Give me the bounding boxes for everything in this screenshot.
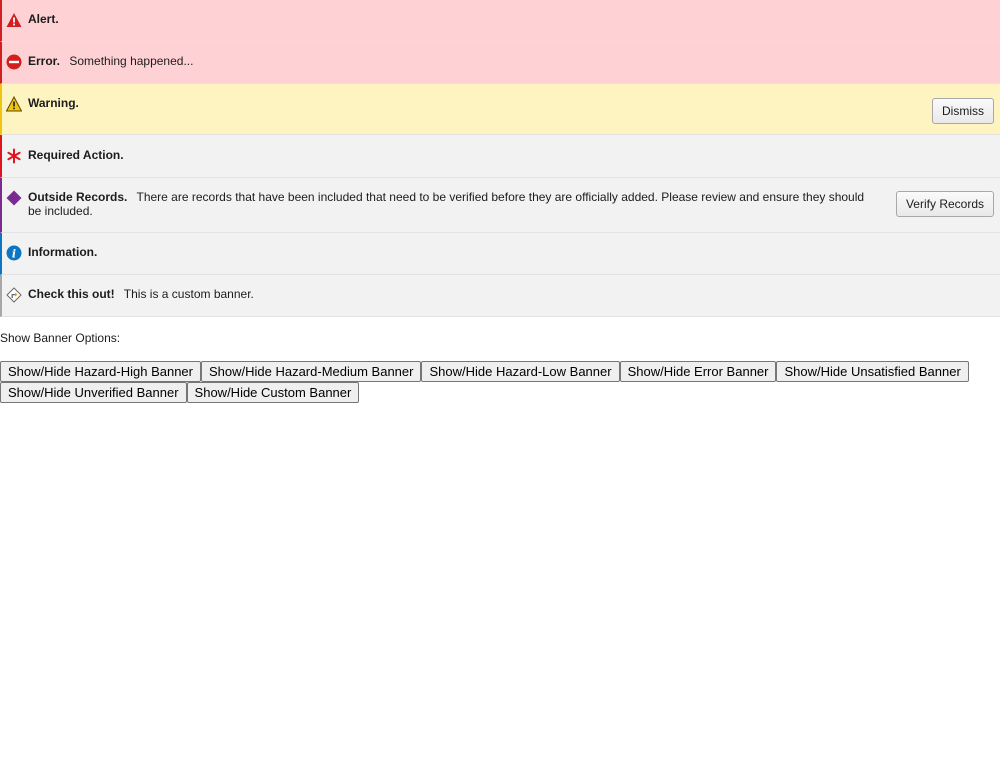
error-banner-body: Error. Something happened...: [28, 54, 994, 68]
information-banner-title: Information.: [28, 245, 98, 259]
outside-records-banner-message: There are records that have been include…: [28, 190, 865, 218]
required-action-banner-body: Required Action.: [28, 148, 994, 162]
information-banner-body: Information.: [28, 245, 994, 259]
custom-banner-message: This is a custom banner.: [123, 287, 254, 301]
toggle-hazard-high-button[interactable]: Show/Hide Hazard-High Banner: [0, 361, 201, 382]
alert-banner-body: Alert.: [28, 12, 994, 26]
information-banner: i Information.: [0, 233, 1000, 275]
info-icon: i: [6, 245, 22, 261]
banner-options-label: Show Banner Options:: [0, 331, 121, 345]
hazard-high-icon: [6, 12, 22, 28]
custom-banner-title: Check this out!: [28, 287, 115, 301]
banner-list: Alert. Error. Something happened... Warn…: [0, 0, 1000, 317]
error-icon: [6, 54, 22, 70]
toggle-custom-button[interactable]: Show/Hide Custom Banner: [186, 382, 360, 403]
custom-banner: Check this out! This is a custom banner.: [0, 275, 1000, 317]
toggle-hazard-medium-button[interactable]: Show/Hide Hazard-Medium Banner: [200, 361, 422, 382]
alert-banner-title: Alert.: [28, 12, 59, 26]
error-banner-message: Something happened...: [69, 54, 194, 68]
warning-banner-body: Warning.: [28, 96, 920, 110]
custom-banner-body: Check this out! This is a custom banner.: [28, 287, 994, 301]
asterisk-icon: [6, 148, 22, 164]
custom-diamond-arrow-icon: [6, 287, 22, 303]
toggle-error-button[interactable]: Show/Hide Error Banner: [619, 361, 777, 382]
outside-records-banner: Outside Records. There are records that …: [0, 178, 1000, 233]
required-action-banner: Required Action.: [0, 135, 1000, 178]
alert-banner: Alert.: [0, 0, 1000, 42]
toggle-hazard-low-button[interactable]: Show/Hide Hazard-Low Banner: [421, 361, 620, 382]
toggle-unverified-button[interactable]: Show/Hide Unverified Banner: [0, 382, 187, 403]
verify-records-button[interactable]: Verify Records: [895, 191, 994, 217]
diamond-icon: [6, 190, 22, 206]
outside-records-banner-title: Outside Records.: [28, 190, 128, 204]
required-action-banner-title: Required Action.: [28, 148, 124, 162]
outside-records-banner-body: Outside Records. There are records that …: [28, 190, 884, 218]
warning-banner-actions: Dismiss: [932, 98, 994, 124]
toggle-unsatisfied-button[interactable]: Show/Hide Unsatisfied Banner: [776, 361, 969, 382]
svg-text:i: i: [12, 248, 16, 261]
dismiss-button[interactable]: Dismiss: [932, 98, 994, 124]
warning-icon: [6, 96, 22, 112]
warning-banner: Warning. Dismiss: [0, 84, 1000, 135]
error-banner: Error. Something happened...: [0, 42, 1000, 84]
error-banner-title: Error.: [28, 54, 61, 68]
outside-records-banner-actions: Verify Records: [895, 191, 994, 217]
banner-options: Show/Hide Hazard-High Banner Show/Hide Ha…: [0, 361, 1000, 403]
warning-banner-title: Warning.: [28, 96, 79, 110]
